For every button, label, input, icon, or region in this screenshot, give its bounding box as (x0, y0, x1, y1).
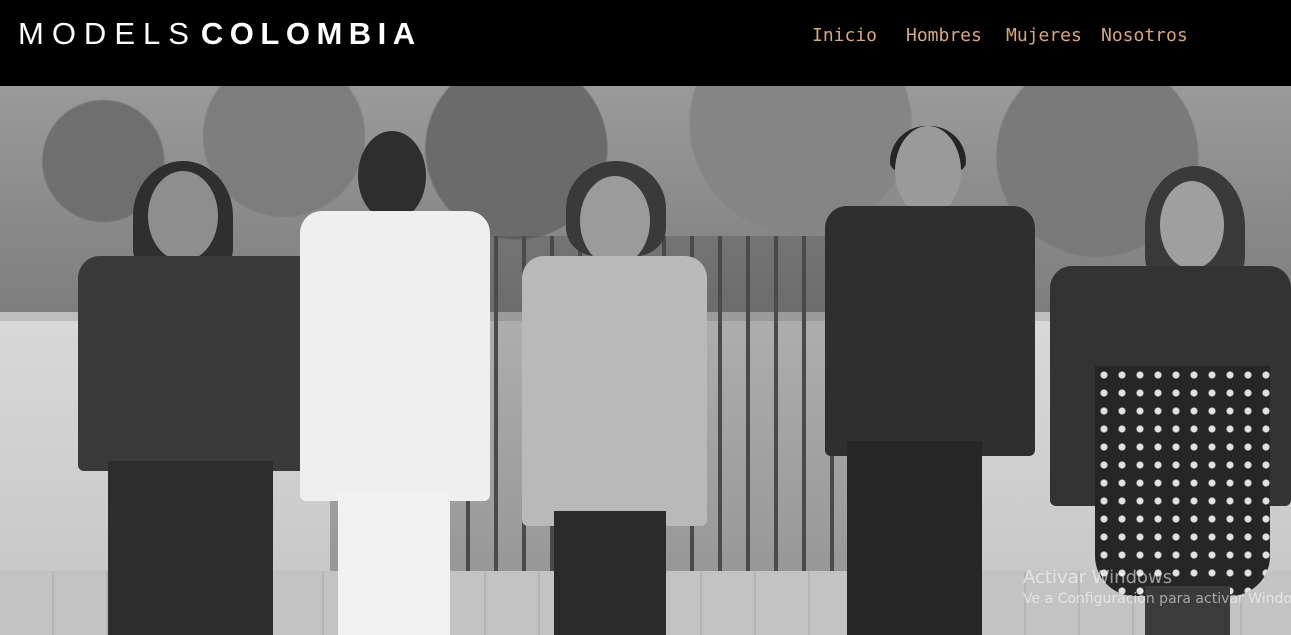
model-3-head (580, 176, 650, 266)
nav-item-inicio[interactable]: Inicio (812, 24, 877, 48)
model-2 (300, 131, 490, 635)
nav-link-hombres[interactable]: Hombres (906, 24, 982, 48)
model-3 (522, 161, 707, 635)
model-4 (825, 126, 1035, 635)
model-4-head (895, 126, 961, 216)
nav-item-hombres[interactable]: Hombres (906, 24, 982, 48)
model-4-body (825, 206, 1035, 456)
logo-colombia-text: COLOMBIA (200, 16, 422, 51)
model-1-legs (108, 461, 273, 635)
nav-link-inicio[interactable]: Inicio (812, 24, 877, 48)
model-1 (78, 161, 323, 635)
watermark-line-2: Ve a Configuración para activar Windows. (1023, 591, 1291, 607)
nav-item-nosotros[interactable]: Nosotros (1101, 24, 1188, 48)
model-1-body (78, 256, 323, 471)
watermark-line-1: Activar Windows (1023, 567, 1173, 588)
model-3-body (522, 256, 707, 526)
model-2-body (300, 211, 490, 501)
nav-link-mujeres[interactable]: Mujeres (1006, 24, 1082, 48)
nav-item-mujeres[interactable]: Mujeres (1006, 24, 1082, 48)
model-3-legs (554, 511, 666, 635)
model-2-legs (338, 491, 450, 635)
model-1-head (148, 171, 218, 261)
top-navigation-bar: MODELS COLOMBIA Inicio Hombres Mujeres N… (0, 0, 1291, 86)
model-2-head (358, 131, 426, 221)
nav-link-nosotros[interactable]: Nosotros (1101, 24, 1188, 48)
hero-image (0, 86, 1291, 635)
model-4-legs (847, 441, 982, 635)
model-5 (1050, 166, 1291, 635)
model-5-floral-dress (1095, 366, 1270, 596)
logo-models-text: MODELS (18, 16, 197, 51)
model-5-head (1160, 181, 1224, 269)
site-logo[interactable]: MODELS COLOMBIA (18, 14, 422, 54)
windows-activation-watermark: Activar Windows Ve a Configuración para … (1023, 567, 1291, 609)
